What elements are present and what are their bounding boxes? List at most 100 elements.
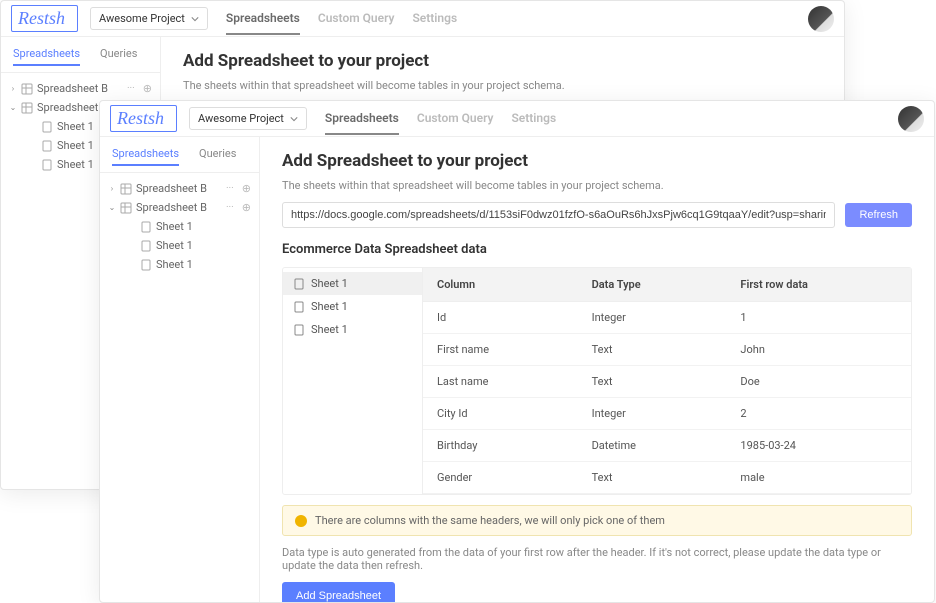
- sheet-list-label: Sheet 1: [311, 277, 348, 290]
- logo: Restsh: [11, 5, 78, 32]
- avatar[interactable]: [898, 106, 924, 132]
- top-tabs: Spreadsheets Custom Query Settings: [226, 3, 457, 35]
- tab-settings[interactable]: Settings: [412, 3, 457, 35]
- sheet-list-item[interactable]: Sheet 1: [283, 272, 422, 295]
- tab-settings[interactable]: Settings: [511, 103, 556, 135]
- sheet-icon: [41, 121, 53, 133]
- logo: Restsh: [110, 105, 177, 132]
- add-spreadsheet-button[interactable]: Add Spreadsheet: [282, 582, 395, 602]
- url-row: Refresh: [282, 202, 912, 228]
- table-cell: Last name: [423, 366, 578, 398]
- sidebar-tree: › Spreadsheet B ··· ⊕ ⌄ Spreadsheet B ··…: [100, 173, 259, 280]
- sheet-list-label: Sheet 1: [311, 323, 348, 336]
- tree-spreadsheet[interactable]: ⌄ Spreadsheet B ··· ⊕: [100, 198, 259, 217]
- add-icon[interactable]: ⊕: [242, 201, 251, 214]
- tab-custom-query[interactable]: Custom Query: [417, 103, 494, 135]
- spreadsheet-icon: [21, 102, 33, 114]
- table-row: GenderTextmale: [423, 462, 911, 494]
- table-cell: Text: [578, 462, 727, 494]
- tree-label: Spreadsheet B: [136, 182, 207, 195]
- page-title: Add Spreadsheet to your project: [183, 51, 822, 71]
- table-cell: First name: [423, 334, 578, 366]
- main: Add Spreadsheet to your project The shee…: [260, 137, 934, 602]
- table-cell: male: [726, 462, 911, 494]
- sidebar: Spreadsheets Queries › Spreadsheet B ···…: [100, 137, 260, 602]
- warning-icon: [295, 515, 307, 527]
- datatype-hint: Data type is auto generated from the dat…: [282, 546, 912, 572]
- sheet-list-item[interactable]: Sheet 1: [283, 295, 422, 318]
- project-selector[interactable]: Awesome Project: [90, 7, 208, 30]
- tree-label: Sheet 1: [156, 239, 193, 252]
- page-hint: The sheets within that spreadsheet will …: [183, 79, 822, 92]
- table-cell: 2: [726, 398, 911, 430]
- tab-custom-query[interactable]: Custom Query: [318, 3, 395, 35]
- page-title: Add Spreadsheet to your project: [282, 151, 912, 171]
- table-cell: 1: [726, 302, 911, 334]
- sidebar-tab-queries[interactable]: Queries: [199, 147, 236, 166]
- topbar: Restsh Awesome Project Spreadsheets Cust…: [1, 1, 844, 37]
- chevron-right-icon: ›: [9, 84, 17, 93]
- table-row: Last nameTextDoe: [423, 366, 911, 398]
- chevron-down-icon: ⌄: [9, 103, 17, 112]
- spreadsheet-icon: [120, 202, 132, 214]
- warning-banner: There are columns with the same headers,…: [282, 505, 912, 536]
- add-icon[interactable]: ⊕: [143, 82, 152, 95]
- sheet-icon: [293, 324, 305, 336]
- tree-label: Spreadsheet B: [37, 82, 108, 95]
- page-hint: The sheets within that spreadsheet will …: [282, 179, 912, 192]
- topbar: Restsh Awesome Project Spreadsheets Cust…: [100, 101, 934, 137]
- more-icon[interactable]: ···: [226, 202, 234, 213]
- table-row: First nameTextJohn: [423, 334, 911, 366]
- sheet-icon: [140, 259, 152, 271]
- chevron-down-icon: ⌄: [108, 203, 116, 212]
- refresh-button[interactable]: Refresh: [845, 203, 912, 227]
- tree-sheet[interactable]: Sheet 1: [100, 236, 259, 255]
- tree-sheet[interactable]: Sheet 1: [100, 255, 259, 274]
- sidebar-tab-spreadsheets[interactable]: Spreadsheets: [112, 147, 179, 166]
- table-row: City IdInteger2: [423, 398, 911, 430]
- table-cell: Integer: [578, 302, 727, 334]
- th-datatype: Data Type: [578, 268, 727, 302]
- table-cell: Text: [578, 334, 727, 366]
- table-cell: Gender: [423, 462, 578, 494]
- tab-spreadsheets[interactable]: Spreadsheets: [325, 103, 399, 135]
- sidebar-tabs: Spreadsheets Queries: [100, 143, 259, 173]
- top-tabs: Spreadsheets Custom Query Settings: [325, 103, 556, 135]
- chevron-right-icon: ›: [108, 184, 116, 193]
- sheet-icon: [140, 221, 152, 233]
- tree-sheet[interactable]: Sheet 1: [100, 217, 259, 236]
- table-row: IdInteger1: [423, 302, 911, 334]
- sheet-list-item[interactable]: Sheet 1: [283, 318, 422, 341]
- tree-spreadsheet[interactable]: › Spreadsheet B ··· ⊕: [1, 79, 160, 98]
- tree-label: Sheet 1: [57, 120, 94, 133]
- tree-spreadsheet[interactable]: › Spreadsheet B ··· ⊕: [100, 179, 259, 198]
- spreadsheet-icon: [120, 183, 132, 195]
- add-icon[interactable]: ⊕: [242, 182, 251, 195]
- more-icon[interactable]: ···: [127, 83, 135, 94]
- tab-spreadsheets[interactable]: Spreadsheets: [226, 3, 300, 35]
- table-cell: Text: [578, 366, 727, 398]
- tree-label: Sheet 1: [57, 158, 94, 171]
- more-icon[interactable]: ···: [226, 183, 234, 194]
- avatar[interactable]: [808, 6, 834, 32]
- table-cell: City Id: [423, 398, 578, 430]
- table-cell: Birthday: [423, 430, 578, 462]
- spreadsheet-url-input[interactable]: [282, 202, 835, 228]
- sheet-icon: [140, 240, 152, 252]
- body: Spreadsheets Queries › Spreadsheet B ···…: [100, 137, 934, 602]
- spreadsheet-icon: [21, 83, 33, 95]
- warning-text: There are columns with the same headers,…: [315, 514, 665, 527]
- sheet-icon: [293, 301, 305, 313]
- project-selector[interactable]: Awesome Project: [189, 107, 307, 130]
- table-cell: Doe: [726, 366, 911, 398]
- table-cell: Integer: [578, 398, 727, 430]
- sheet-list: Sheet 1 Sheet 1 Sheet 1: [283, 268, 423, 494]
- sidebar-tab-queries[interactable]: Queries: [100, 47, 137, 66]
- tree-label: Spreadsheet B: [37, 101, 108, 114]
- sidebar-tab-spreadsheets[interactable]: Spreadsheets: [13, 47, 80, 66]
- app-window-front: Restsh Awesome Project Spreadsheets Cust…: [99, 100, 935, 603]
- project-name: Awesome Project: [99, 12, 185, 25]
- chevron-down-icon: [191, 15, 199, 23]
- table-cell: Datetime: [578, 430, 727, 462]
- tree-label: Spreadsheet B: [136, 201, 207, 214]
